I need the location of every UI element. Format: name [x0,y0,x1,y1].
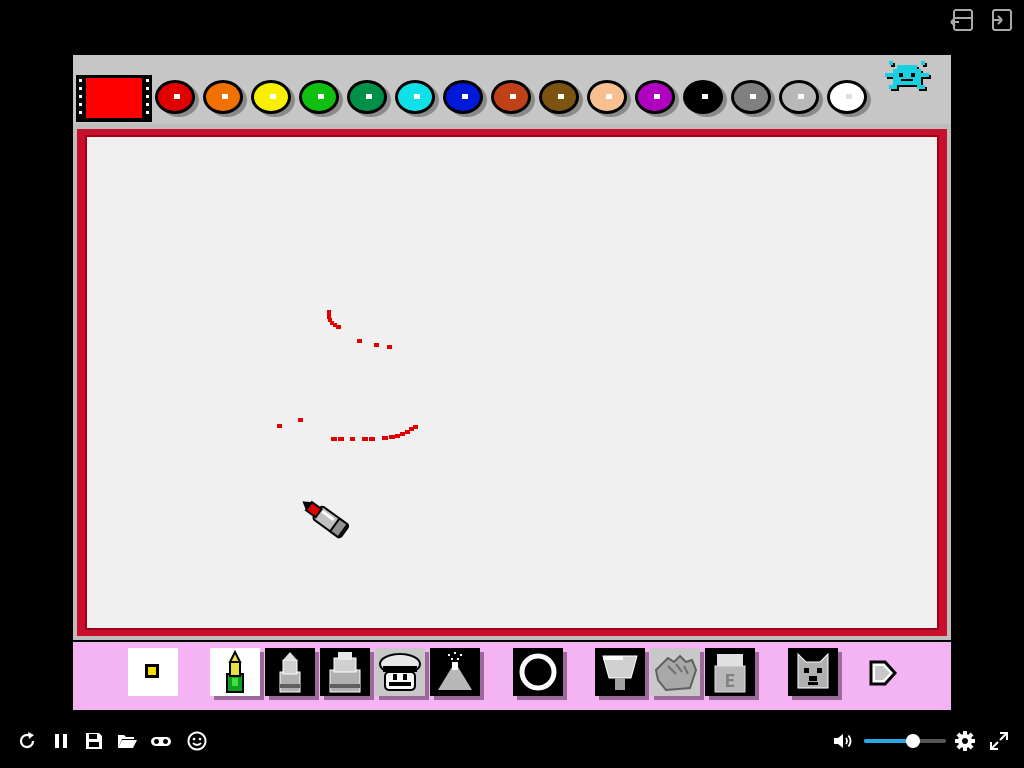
fullscreen-icon[interactable] [988,730,1010,752]
red-strokes [277,310,418,441]
canvas-frame [73,124,951,640]
circle-shape-button[interactable] [513,648,567,700]
canvas-border [77,129,947,636]
drawing-canvas[interactable] [85,135,939,630]
marker-large-button[interactable] [320,648,374,700]
color-swatch-gray[interactable] [729,79,777,119]
color-swatch-brown[interactable] [537,79,585,119]
fill-tool-button[interactable] [595,648,649,700]
save-state-icon[interactable] [949,6,977,34]
undo-dog-button[interactable] [788,648,842,700]
stroke-dot [413,425,418,429]
color-swatch-light-gray[interactable] [777,79,825,119]
spray-can-icon [438,652,472,690]
stroke-dot [362,437,368,441]
color-swatch-dark-green[interactable] [345,79,393,119]
marker-small-icon [279,652,301,693]
next-page-button[interactable] [863,648,915,698]
palette-bar [73,55,951,124]
color-swatch-blue[interactable] [441,79,489,119]
stroke-dot [331,437,337,441]
color-swatch-cyan[interactable] [393,79,441,119]
pencil-cursor-icon [302,500,350,539]
paint-app: E [73,55,951,710]
volume-handle[interactable] [906,734,921,748]
restart-icon[interactable] [16,730,38,752]
settings-gear-icon[interactable] [954,730,976,752]
stamp-tool-button[interactable] [375,648,429,700]
color-swatch-rust[interactable] [489,79,537,119]
brush-size-small-button[interactable] [128,648,180,698]
stroke-dot [369,437,375,441]
load-state-icon[interactable] [988,6,1016,34]
stroke-dot [389,435,395,439]
hand-icon [654,654,698,692]
undo-dog-icon [797,652,829,689]
color-swatch-white[interactable] [825,79,873,119]
color-swatch-yellow[interactable] [249,79,297,119]
color-swatch-magenta[interactable] [633,79,681,119]
open-folder-icon[interactable] [116,730,138,752]
paint-bucket-icon [602,655,638,690]
gnat-game-icon[interactable] [883,59,935,99]
stroke-dot [336,325,341,329]
color-swatch-peach[interactable] [585,79,633,119]
spray-can-button[interactable] [430,648,484,700]
volume-slider[interactable] [864,734,946,748]
stroke-dot [338,437,344,441]
color-swatch-green[interactable] [297,79,345,119]
color-swatch-orange[interactable] [201,79,249,119]
pencil-icon [226,649,244,693]
stroke-dot [374,343,379,347]
pause-icon[interactable] [50,730,72,752]
stroke-dot [382,436,388,440]
current-color-indicator [76,75,152,122]
volume-icon[interactable] [832,730,854,752]
marker-small-button[interactable] [265,648,319,700]
color-swatch-red[interactable] [153,79,201,119]
stroke-dot [357,339,362,343]
gamepad-icon[interactable] [150,730,172,752]
circle-shape-icon [519,653,557,691]
marker-large-icon [329,652,361,693]
stroke-dot [387,345,392,349]
current-color-swatch [86,78,142,118]
hand-tool-button[interactable] [650,648,704,700]
eraser-icon: E [714,654,746,693]
pencil-tool-button[interactable] [210,648,264,700]
stroke-dot [395,434,400,438]
emoji-icon[interactable] [186,730,208,752]
save-icon[interactable] [83,730,105,752]
mario-stamp-icon [379,653,421,691]
color-swatch-black[interactable] [681,79,729,119]
eraser-tool-button[interactable]: E [705,648,759,700]
arrow-right-icon [869,660,898,686]
eraser-label: E [725,671,736,692]
tool-bar: E [73,642,951,710]
stroke-dot [350,437,355,441]
stroke-dot [277,424,282,428]
stroke-dot [400,432,405,436]
stroke-dot [298,418,303,422]
